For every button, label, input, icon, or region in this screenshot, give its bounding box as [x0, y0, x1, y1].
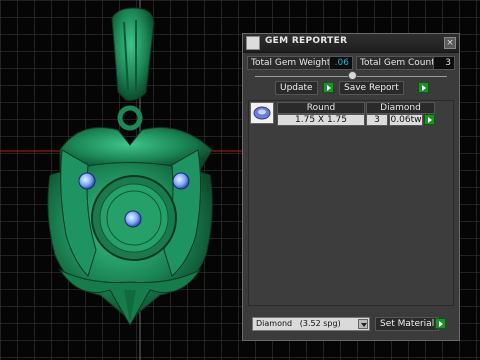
column-header-material: Diamond [366, 102, 435, 114]
update-go-icon[interactable] [323, 82, 334, 93]
gem-weight-cell[interactable]: 0.06tw [389, 114, 423, 126]
total-gem-count-value: 3 [433, 56, 455, 70]
chevron-down-icon[interactable] [358, 319, 368, 329]
close-icon[interactable]: × [444, 37, 456, 49]
save-report-go-icon[interactable] [418, 82, 429, 93]
update-button[interactable]: Update [275, 81, 318, 95]
material-select-detail: (3.52 spg) [299, 319, 341, 328]
gem-count-cell[interactable]: 3 [366, 114, 388, 126]
total-gem-count-label: Total Gem Count [356, 56, 439, 70]
slider-handle[interactable] [348, 71, 357, 80]
diamond-round-icon [250, 102, 274, 124]
material-select-value: Diamond [256, 319, 293, 328]
panel-titlebar[interactable]: GEM REPORTER × [243, 34, 459, 53]
total-gem-weight-value: .06 [329, 56, 353, 70]
total-gem-weight-label: Total Gem Weight [247, 56, 335, 70]
gem-reporter-panel: GEM REPORTER × Total Gem Weight .06 Tota… [242, 33, 460, 341]
gem-stone[interactable] [78, 172, 96, 190]
panel-title: GEM REPORTER [265, 36, 348, 46]
gem-stone[interactable] [124, 210, 142, 228]
set-material-button[interactable]: Set Material [375, 317, 440, 331]
set-material-go-icon[interactable] [435, 318, 446, 329]
save-report-button[interactable]: Save Report [339, 81, 404, 95]
gem-stone[interactable] [172, 172, 190, 190]
gem-list [248, 100, 454, 306]
gem-row-go-icon[interactable] [424, 114, 435, 125]
column-header-shape: Round [277, 102, 365, 114]
gem-reporter-icon [246, 36, 260, 50]
gem-size-cell[interactable]: 1.75 X 1.75 [277, 114, 365, 126]
material-select[interactable]: Diamond (3.52 spg) [252, 317, 370, 331]
